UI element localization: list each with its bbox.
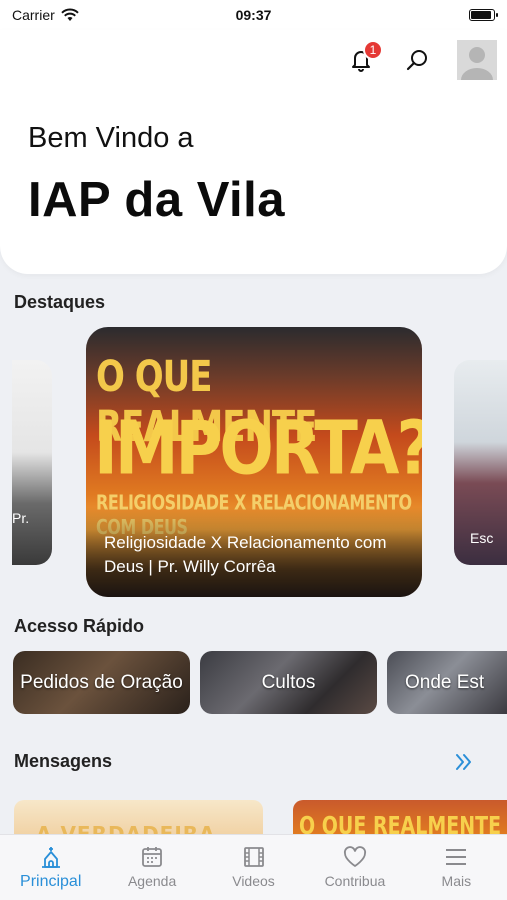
highlight-card-next[interactable]: Esc bbox=[454, 360, 507, 565]
highlight-card-previous-text: Pr. bbox=[12, 510, 30, 526]
quick-access-prayer-requests[interactable]: Pedidos de Oração bbox=[13, 651, 190, 714]
highlight-card-next-text: Esc bbox=[470, 530, 494, 546]
tab-mais[interactable]: Mais bbox=[406, 835, 507, 900]
double-chevron-right-icon bbox=[456, 754, 471, 770]
carrier-label: Carrier bbox=[12, 7, 55, 23]
tab-label: Videos bbox=[232, 873, 275, 889]
quick-access-label: Onde Est bbox=[405, 672, 485, 693]
highlight-card-previous[interactable]: Pr. bbox=[12, 360, 52, 565]
card-artwork-line2: IMPORTA? bbox=[94, 407, 422, 493]
tab-principal[interactable]: Principal bbox=[0, 835, 101, 900]
church-icon bbox=[37, 844, 65, 870]
message-thumbnail-text: A VERDADEIRA bbox=[36, 822, 216, 834]
section-title-quick-access: Acesso Rápido bbox=[14, 616, 145, 636]
app-screen: Carrier 09:37 1 Bem Vindo a IAP da Vila … bbox=[0, 0, 507, 900]
tab-label: Mais bbox=[441, 873, 472, 889]
avatar[interactable] bbox=[457, 40, 497, 80]
messages-see-all-button[interactable] bbox=[452, 750, 476, 774]
battery-icon bbox=[469, 9, 498, 21]
quick-access-location[interactable]: Onde Est bbox=[387, 651, 507, 714]
quick-access-label: Cultos bbox=[261, 672, 316, 693]
quick-access-services[interactable]: Cultos bbox=[200, 651, 377, 714]
section-title-highlights: Destaques bbox=[14, 292, 106, 312]
tab-label: Contribua bbox=[324, 873, 386, 889]
menu-icon bbox=[442, 844, 470, 870]
tab-label: Agenda bbox=[127, 873, 177, 889]
welcome-text: Bem Vindo a bbox=[28, 122, 194, 154]
film-icon bbox=[240, 844, 268, 870]
heart-icon bbox=[341, 844, 369, 870]
tab-bar: Principal Agenda Videos Contribua Mais bbox=[0, 834, 507, 900]
calendar-icon bbox=[138, 844, 166, 870]
wifi-icon bbox=[61, 8, 79, 21]
search-button[interactable] bbox=[401, 44, 433, 76]
notifications-button[interactable]: 1 bbox=[345, 40, 383, 76]
tab-label: Principal bbox=[20, 873, 82, 890]
status-left: Carrier bbox=[12, 7, 79, 23]
quick-access-label: Pedidos de Oração bbox=[20, 672, 183, 693]
header-actions: 1 bbox=[345, 40, 497, 80]
message-thumbnail[interactable]: O QUE REALMENTE bbox=[293, 800, 507, 834]
tab-agenda[interactable]: Agenda bbox=[101, 835, 202, 900]
user-icon bbox=[461, 47, 493, 80]
highlight-card-main[interactable]: O QUE REALMENTE IMPORTA? RELIGIOSIDADE X… bbox=[86, 327, 422, 597]
church-name: IAP da Vila bbox=[28, 173, 285, 227]
header-panel: 1 Bem Vindo a IAP da Vila bbox=[0, 30, 507, 274]
status-bar: Carrier 09:37 bbox=[0, 0, 507, 30]
notification-badge: 1 bbox=[363, 40, 383, 60]
search-icon bbox=[406, 50, 427, 71]
message-thumbnail[interactable]: A VERDADEIRA bbox=[14, 800, 263, 834]
section-title-messages: Mensagens bbox=[14, 751, 113, 771]
message-thumbnail-text: O QUE REALMENTE bbox=[299, 812, 502, 834]
card-caption: Religiosidade X Relacionamento com Deus … bbox=[104, 533, 387, 576]
tab-contribua[interactable]: Contribua bbox=[304, 835, 405, 900]
tab-videos[interactable]: Videos bbox=[203, 835, 304, 900]
